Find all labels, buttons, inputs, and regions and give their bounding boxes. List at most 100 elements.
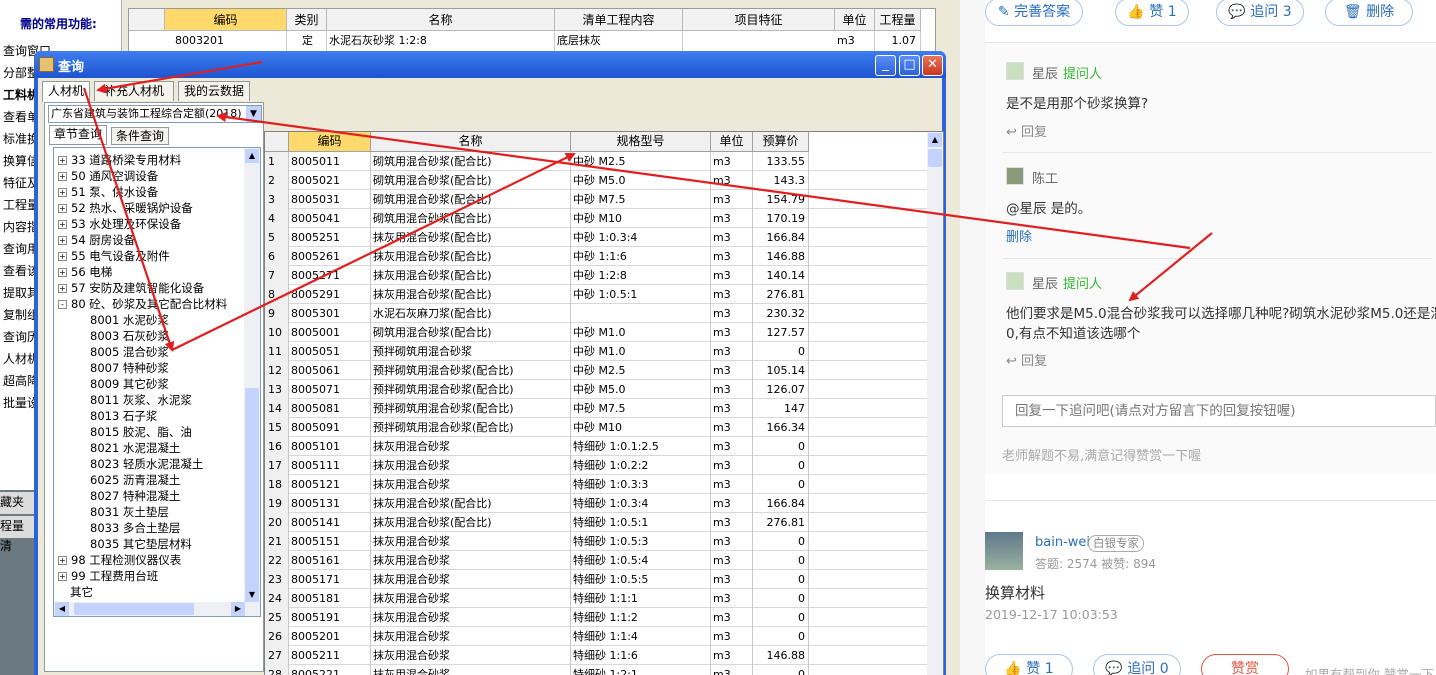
- cell-spec[interactable]: 特细砂 1:0.3:4: [571, 494, 711, 513]
- table-row[interactable]: 13 8005071 预拌砌筑用混合砂浆(配合比) 中砂 M5.0 m3 126.07: [265, 380, 943, 399]
- chevron-down-icon[interactable]: ▼: [246, 106, 261, 122]
- cell-spec[interactable]: 特细砂 1:0.5:4: [571, 551, 711, 570]
- cell-name[interactable]: 抹灰用混合砂浆: [371, 570, 571, 589]
- table-row[interactable]: 16 8005101 抹灰用混合砂浆 特细砂 1:0.1:2.5 m3 0: [265, 437, 943, 456]
- cell-code[interactable]: 8005251: [289, 228, 371, 247]
- table-row[interactable]: 25 8005191 抹灰用混合砂浆 特细砂 1:1:2 m3 0: [265, 608, 943, 627]
- cell-spec[interactable]: 特细砂 1:0.1:2.5: [571, 437, 711, 456]
- tree-node[interactable]: +51 泵、供水设备: [58, 184, 158, 200]
- tree-vertical-scrollbar[interactable]: ▲ ▼: [244, 148, 260, 616]
- table-row[interactable]: 17 8005111 抹灰用混合砂浆 特细砂 1:0.2:2 m3 0: [265, 456, 943, 475]
- row-number[interactable]: 16: [265, 437, 289, 456]
- cell-name[interactable]: 砌筑用混合砂浆(配合比): [371, 209, 571, 228]
- collapse-icon[interactable]: -: [58, 300, 67, 309]
- cell-price[interactable]: 0: [753, 437, 809, 456]
- cell-unit[interactable]: m3: [711, 494, 753, 513]
- cell-name[interactable]: 砌筑用混合砂浆(配合比): [371, 171, 571, 190]
- cell-unit[interactable]: m3: [711, 380, 753, 399]
- cell-code[interactable]: 8005041: [289, 209, 371, 228]
- cell-code[interactable]: 8005131: [289, 494, 371, 513]
- cell-unit[interactable]: m3: [835, 31, 875, 51]
- row-number[interactable]: 5: [265, 228, 289, 247]
- tree-node[interactable]: +54 厨房设备: [58, 232, 135, 248]
- row-number[interactable]: 19: [265, 494, 289, 513]
- expand-icon[interactable]: +: [58, 172, 67, 181]
- row-number[interactable]: 25: [265, 608, 289, 627]
- cell-name[interactable]: 抹灰用混合砂浆(配合比): [371, 494, 571, 513]
- tree-node[interactable]: 8003 石灰砂浆: [90, 328, 169, 344]
- tree-horizontal-scrollbar[interactable]: ◀ ▶: [54, 602, 246, 616]
- cell-code[interactable]: 8005261: [289, 247, 371, 266]
- table-row[interactable]: 21 8005151 抹灰用混合砂浆 特细砂 1:0.5:3 m3 0: [265, 532, 943, 551]
- tree-node[interactable]: 8009 其它砂浆: [90, 376, 169, 392]
- cell-spec[interactable]: 特细砂 1:1:1: [571, 589, 711, 608]
- cell-name[interactable]: 砌筑用混合砂浆(配合比): [371, 152, 571, 171]
- comment-user[interactable]: 陈工: [1032, 168, 1058, 187]
- cell-price[interactable]: 170.19: [753, 209, 809, 228]
- col-header-content[interactable]: 清单工程内容: [555, 9, 683, 31]
- cell-price[interactable]: 143.3: [753, 171, 809, 190]
- scroll-thumb[interactable]: [245, 388, 259, 588]
- table-row[interactable]: 12 8005061 预拌砌筑用混合砂浆(配合比) 中砂 M2.5 m3 105.14: [265, 361, 943, 380]
- avatar[interactable]: [1006, 167, 1024, 185]
- cell-code[interactable]: 8005301: [289, 304, 371, 323]
- table-row[interactable]: 27 8005211 抹灰用混合砂浆 特细砂 1:1:6 m3 146.88: [265, 646, 943, 665]
- tab-supplementary-materials[interactable]: 补充人材机: [94, 81, 174, 101]
- scroll-left-icon[interactable]: ◀: [55, 602, 69, 616]
- cell-type[interactable]: 定: [287, 31, 327, 51]
- table-row[interactable]: 26 8005201 抹灰用混合砂浆 特细砂 1:1:4 m3 0: [265, 627, 943, 646]
- table-row[interactable]: 4 8005041 砌筑用混合砂浆(配合比) 中砂 M10 m3 170.19: [265, 209, 943, 228]
- cell-price[interactable]: 0: [753, 608, 809, 627]
- cell-name[interactable]: 水泥石灰砂浆 1:2:8: [327, 31, 555, 51]
- cell-code[interactable]: 8005011: [289, 152, 371, 171]
- cell-spec[interactable]: 中砂 1:2:8: [571, 266, 711, 285]
- cell-name[interactable]: 抹灰用混合砂浆: [371, 475, 571, 494]
- cell-unit[interactable]: m3: [711, 266, 753, 285]
- cell-price[interactable]: 276.81: [753, 513, 809, 532]
- cell-code[interactable]: 8003201: [165, 31, 287, 51]
- cell-code[interactable]: 8005201: [289, 627, 371, 646]
- cell-content[interactable]: 底层抹灰: [555, 31, 683, 51]
- table-row[interactable]: 18 8005121 抹灰用混合砂浆 特细砂 1:0.3:3 m3 0: [265, 475, 943, 494]
- cell-unit[interactable]: m3: [711, 589, 753, 608]
- cell-code[interactable]: 8005081: [289, 399, 371, 418]
- close-icon[interactable]: ✕: [922, 55, 943, 76]
- cell-name[interactable]: 预拌砌筑用混合砂浆(配合比): [371, 399, 571, 418]
- cell-spec[interactable]: 特细砂 1:0.3:3: [571, 475, 711, 494]
- like-answer-button[interactable]: 👍 赞 1: [985, 654, 1073, 675]
- cell-spec[interactable]: 中砂 1:1:6: [571, 247, 711, 266]
- cell-spec[interactable]: [571, 304, 711, 323]
- table-row[interactable]: 28 8005221 抹灰用混合砂浆 特细砂 1:2:1 m3 0: [265, 665, 943, 675]
- cell-name[interactable]: 抹灰用混合砂浆: [371, 551, 571, 570]
- cell-spec[interactable]: 特细砂 1:1:2: [571, 608, 711, 627]
- cell-price[interactable]: 276.81: [753, 285, 809, 304]
- col-header-feature[interactable]: 项目特征: [683, 9, 835, 31]
- row-number[interactable]: 1: [265, 152, 289, 171]
- comment-user[interactable]: 星辰: [1032, 63, 1058, 82]
- tree-node[interactable]: +56 电梯: [58, 264, 112, 280]
- scroll-right-icon[interactable]: ▶: [231, 602, 245, 616]
- improve-answer-button[interactable]: ✎ 完善答案: [985, 0, 1083, 26]
- cell-unit[interactable]: m3: [711, 627, 753, 646]
- cell-price[interactable]: 166.84: [753, 494, 809, 513]
- row-number[interactable]: 4: [265, 209, 289, 228]
- tree-node[interactable]: +55 电气设备及附件: [58, 248, 170, 264]
- cell-spec[interactable]: 中砂 1:0.5:1: [571, 285, 711, 304]
- cell-name[interactable]: 抹灰用混合砂浆: [371, 589, 571, 608]
- expand-icon[interactable]: +: [58, 204, 67, 213]
- cell-price[interactable]: 133.55: [753, 152, 809, 171]
- row-number[interactable]: 27: [265, 646, 289, 665]
- cell-code[interactable]: 8005051: [289, 342, 371, 361]
- cell-spec[interactable]: 特细砂 1:0.2:2: [571, 456, 711, 475]
- cell-name[interactable]: 水泥石灰麻刀浆(配合比): [371, 304, 571, 323]
- avatar[interactable]: [1006, 272, 1024, 290]
- cell-code[interactable]: 8005111: [289, 456, 371, 475]
- row-number[interactable]: 3: [265, 190, 289, 209]
- col-header-code[interactable]: 编码: [165, 9, 287, 31]
- tree-node[interactable]: 8007 特种砂浆: [90, 360, 169, 376]
- cell-code[interactable]: 8005071: [289, 380, 371, 399]
- tree-node[interactable]: +57 安防及建筑智能化设备: [58, 280, 204, 296]
- cell-price[interactable]: 166.34: [753, 418, 809, 437]
- cell-spec[interactable]: 中砂 M10: [571, 209, 711, 228]
- cell-unit[interactable]: m3: [711, 646, 753, 665]
